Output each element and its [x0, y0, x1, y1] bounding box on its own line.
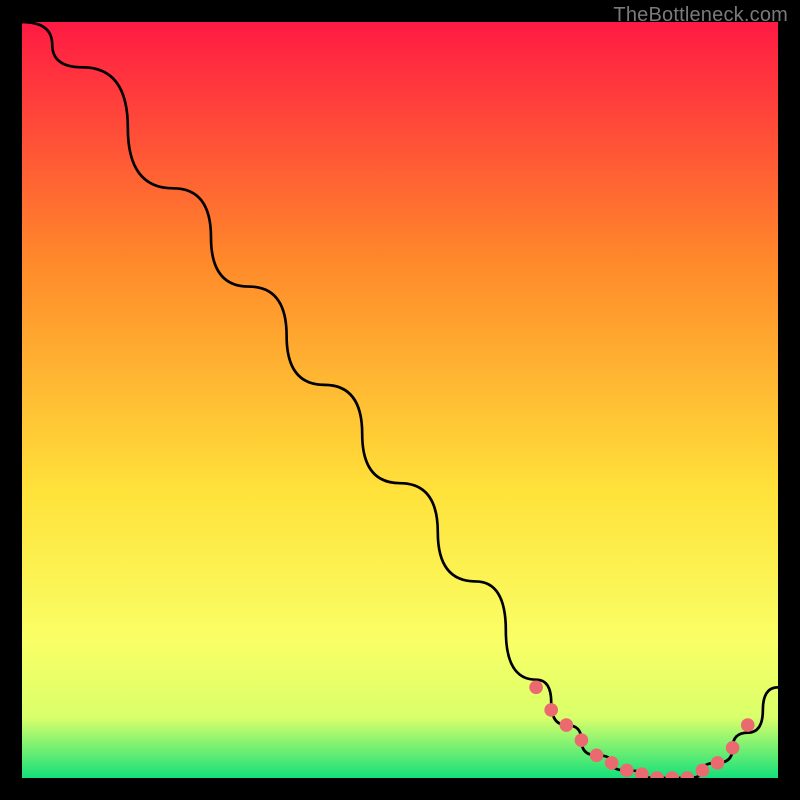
marker-dot [726, 741, 740, 755]
marker-dot [711, 756, 725, 770]
bottleneck-curve-path [22, 22, 778, 778]
recommended-range-markers [529, 680, 754, 778]
marker-dot [650, 771, 664, 778]
marker-dot [575, 733, 589, 747]
marker-dot [605, 756, 619, 770]
marker-dot [680, 771, 694, 778]
chart-curve-layer [22, 22, 778, 778]
marker-dot [544, 703, 558, 717]
marker-dot [635, 767, 649, 778]
marker-dot [741, 718, 755, 732]
marker-dot [560, 718, 574, 732]
marker-dot [665, 771, 679, 778]
marker-dot [696, 764, 710, 778]
chart-plot-area [22, 22, 778, 778]
marker-dot [529, 680, 543, 694]
marker-dot [620, 764, 634, 778]
marker-dot [590, 749, 604, 763]
watermark-text: TheBottleneck.com [613, 4, 788, 27]
